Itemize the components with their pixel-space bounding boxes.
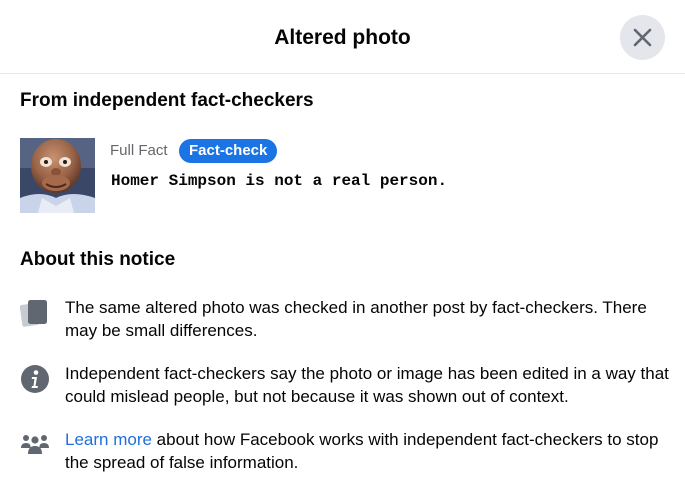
fact-check-thumbnail[interactable] <box>20 138 95 213</box>
info-icon <box>21 365 49 393</box>
fact-check-badge[interactable]: Fact-check <box>179 139 278 163</box>
dialog-header: Altered photo <box>0 0 685 74</box>
fact-check-claim[interactable]: Homer Simpson is not a real person. <box>111 170 447 192</box>
notice-text: Independent fact-checkers say the photo … <box>65 364 669 406</box>
dialog-title: Altered photo <box>274 26 411 49</box>
close-icon <box>633 28 652 47</box>
duplicate-photos-icon <box>20 300 47 327</box>
close-button[interactable] <box>620 15 665 60</box>
learn-more-link[interactable]: Learn more <box>65 430 152 449</box>
fact-check-heading: From independent fact-checkers <box>20 90 314 111</box>
notice-text: Learn more about how Facebook works with… <box>65 428 670 474</box>
fact-checker-name: Full Fact <box>110 142 168 159</box>
people-group-icon <box>21 435 49 454</box>
notice-text: The same altered photo was checked in an… <box>65 298 647 340</box>
about-notice-heading: About this notice <box>20 249 176 270</box>
altered-photo-dialog: Altered photo From independent fact-chec… <box>0 0 685 488</box>
learn-more-description: about how Facebook works with independen… <box>65 430 659 472</box>
altered-photo-image <box>20 138 95 213</box>
